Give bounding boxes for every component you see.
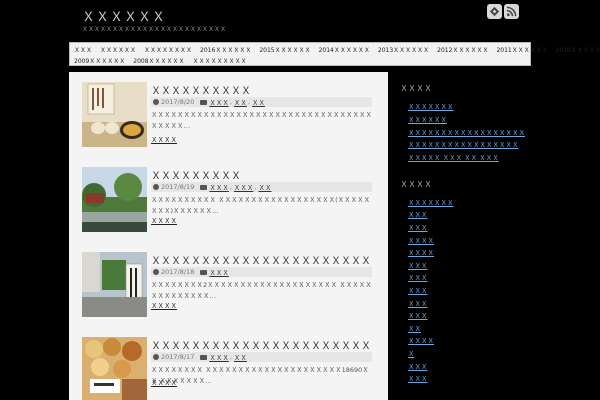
sidebar-link[interactable]: ＸＸＸ (408, 373, 428, 383)
post-meta: 2017/8/17 ＸＸＸ, ＸＸ (151, 352, 372, 362)
sidebar-link[interactable]: ＸＸＸＸＸＸＸＸＸＸＸＸＸＸＸＸＸ (408, 139, 519, 149)
nav-item[interactable]: 2014ＸＸＸＸＸＸ (319, 45, 370, 54)
nav-item[interactable]: ＸＸＸＸＸＸＸＸ (144, 45, 192, 54)
clock-icon (153, 99, 159, 105)
post-title[interactable]: ＸＸＸＸＸＸＸＸＸＸ (151, 82, 251, 97)
widget-title: ＸＸＸＸ (400, 180, 432, 189)
nav-item[interactable]: 2009ＸＸＸＸＸＸ (74, 56, 125, 65)
post-meta: 2017/8/19 ＸＸＸ, ＸＸＸ, ＸＸ (151, 182, 372, 192)
category-link[interactable]: ＸＸ (234, 352, 247, 362)
category-separator: , (247, 98, 250, 106)
sidebar-link[interactable]: ＸＸＸＸＸ ＸＸＸ ＸＸ ＸＸＸ (408, 152, 499, 162)
category-link[interactable]: ＸＸＸ (209, 352, 229, 362)
sidebar-link[interactable]: ＸＸＸＸ (408, 235, 434, 245)
site-title[interactable]: ＸＸＸＸＸＸ (82, 6, 166, 25)
read-more-link[interactable]: ＸＸＸＸ (151, 134, 177, 144)
sidebar-link[interactable]: ＸＸＸ (408, 361, 428, 371)
site-description: ＸＸＸＸＸＸＸＸＸＸＸＸＸＸＸＸＸＸＸＸＸＸＸＸ (82, 26, 227, 33)
post-title[interactable]: ＸＸＸＸＸＸＸＸＸＸＸＸＸＸＸＸＸＸＸＸＸＸ (151, 252, 371, 267)
post-excerpt: ＸＸＸＸＸＸＸＸＸＸ ＸＸＸＸＸＸＸＸＸＸＸＸＸＸＸＸＸＸ(ＸＸＸＸＸＸＸＸ)Ｘ… (151, 196, 371, 215)
sidebar-link[interactable]: Ｘ (408, 348, 415, 358)
sidebar-link[interactable]: ＸＸＸＸＸＸ (408, 114, 447, 124)
post-excerpt: ＸＸＸＸＸＸＸＸＸＸＸＸＸＸＸＸＸＸＸＸＸＸＸＸＸＸＸＸＸＸＸＸＸＸ ＸＸＸＸＸ… (151, 111, 372, 130)
category-separator: , (254, 183, 257, 191)
post-list: ＸＸＸＸＸＸＸＸＸＸ 2017/8/20 ＸＸＸ, ＸＸ, ＸＸ ＸＸＸＸＸＸＸ… (69, 72, 388, 400)
nav-item[interactable]: 2011ＸＸＸＸＸＸ (496, 45, 547, 54)
nav-item[interactable]: 2015ＸＸＸＸＸＸ (259, 45, 310, 54)
sidebar-link[interactable]: ＸＸＸ (408, 298, 428, 308)
sidebar-link[interactable]: ＸＸＸＸＸＸＸ (408, 197, 454, 207)
read-more-link[interactable]: ＸＸＸＸ (151, 300, 177, 310)
category-link[interactable]: ＸＸＸ (209, 182, 229, 192)
sidebar-link[interactable]: ＸＸＸ (408, 285, 428, 295)
clock-icon (153, 354, 159, 360)
post-thumbnail[interactable] (82, 167, 147, 232)
folder-icon (200, 354, 208, 360)
post-item: ＸＸＸＸＸＸＸＸＸＸ 2017/8/20 ＸＸＸ, ＸＸ, ＸＸ ＸＸＸＸＸＸＸ… (82, 82, 372, 148)
category-link[interactable]: ＸＸＸ (209, 97, 229, 107)
post-meta: 2017/8/20 ＸＸＸ, ＸＸ, ＸＸ (151, 97, 372, 107)
feedly-icon[interactable] (487, 4, 502, 19)
nav-item[interactable]: 2012ＸＸＸＸＸＸ (437, 45, 488, 54)
nav-row-1: ＸＸＸ ＸＸＸＸＸＸ ＸＸＸＸＸＸＸＸ 2016ＸＸＸＸＸＸ 2015ＸＸＸＸＸ… (74, 45, 600, 54)
category-link[interactable]: ＸＸＸ (209, 267, 229, 277)
category-link[interactable]: ＸＸＸ (234, 182, 254, 192)
category-link[interactable]: ＸＸ (252, 97, 265, 107)
folder-icon (200, 269, 208, 275)
nav-item[interactable]: ＸＸＸ (74, 45, 92, 54)
read-more-link[interactable]: ＸＸＸＸ (151, 377, 177, 387)
category-separator: , (229, 183, 232, 191)
post-thumbnail[interactable] (82, 337, 147, 400)
post-title[interactable]: ＸＸＸＸＸＸＸＸＸ (151, 167, 241, 182)
category-link[interactable]: ＸＸ (234, 97, 247, 107)
main-nav: ＸＸＸ ＸＸＸＸＸＸ ＸＸＸＸＸＸＸＸ 2016ＸＸＸＸＸＸ 2015ＸＸＸＸＸ… (69, 42, 600, 66)
nav-item[interactable]: 2008ＸＸＸＸＸＸ (133, 56, 184, 65)
sidebar-link[interactable]: ＸＸＸ (408, 272, 428, 282)
category-link[interactable]: ＸＸ (259, 182, 272, 192)
nav-item[interactable]: 2013ＸＸＸＸＸＸ (378, 45, 429, 54)
post-excerpt: ＸＸＸＸＸＸＸＸ ＸＸＸＸＸＸＸＸＸＸＸＸＸＸＸＸＸＸＸＸＸ18690ＸＸ ＸＸ… (151, 366, 369, 385)
nav-item[interactable]: 2016ＸＸＸＸＸＸ (200, 45, 251, 54)
post-date: 2017/8/19 (161, 183, 195, 191)
category-separator: , (229, 353, 232, 361)
read-more-link[interactable]: ＸＸＸＸ (151, 215, 177, 225)
post-item: ＸＸＸＸＸＸＸＸＸＸＸＸＸＸＸＸＸＸＸＸＸＸ 2017/8/18 ＸＸＸ ＸＸＸ… (82, 252, 372, 318)
sidebar-link[interactable]: ＸＸＸ (408, 222, 428, 232)
nav-item[interactable]: ＸＸＸＸＸＸＸＸＸ (193, 56, 247, 65)
post-date: 2017/8/18 (161, 268, 195, 276)
post-thumbnail[interactable] (82, 82, 147, 147)
nav-item[interactable]: 2010ＸＸＸＸＸＸ (556, 45, 600, 54)
widget-title: ＸＸＸＸ (400, 84, 432, 93)
post-item: ＸＸＸＸＸＸＸＸＸ 2017/8/19 ＸＸＸ, ＸＸＸ, ＸＸ ＸＸＸＸＸＸＸ… (82, 167, 372, 233)
post-title[interactable]: ＸＸＸＸＸＸＸＸＸＸＸＸＸＸＸＸＸＸＸＸＸＸ (151, 337, 371, 352)
folder-icon (200, 99, 208, 105)
post-meta: 2017/8/18 ＸＸＸ (151, 267, 372, 277)
rss-icon[interactable] (504, 4, 519, 19)
post-date: 2017/8/17 (161, 353, 195, 361)
post-excerpt: ＸＸＸＸＸＸＸＸ2ＸＸＸＸＸＸＸＸＸＸＸＸＸＸＸＸＸＸＸＸ ＸＸＸＸＸＸＸＸＸＸ… (151, 281, 372, 300)
sidebar-link[interactable]: ＸＸＸ (408, 209, 428, 219)
site-header: ＸＸＸＸＸＸ ＸＸＸＸＸＸＸＸＸＸＸＸＸＸＸＸＸＸＸＸＸＸＸＸ (0, 0, 600, 42)
sidebar-link[interactable]: ＸＸＸＸＸＸＸ (408, 101, 454, 111)
post-thumbnail[interactable] (82, 252, 147, 317)
nav-item[interactable]: ＸＸＸＸＸＸ (100, 45, 136, 54)
sidebar-link[interactable]: ＸＸＸ (408, 260, 428, 270)
sidebar-link[interactable]: ＸＸＸ (408, 310, 428, 320)
category-separator: , (229, 98, 232, 106)
sidebar-link[interactable]: ＸＸＸＸＸＸＸＸＸＸＸＸＸＸＸＸＸＸ (408, 127, 525, 137)
clock-icon (153, 269, 159, 275)
nav-row-2: 2009ＸＸＸＸＸＸ 2008ＸＸＸＸＸＸ ＸＸＸＸＸＸＸＸＸ (74, 56, 247, 65)
sidebar-link[interactable]: ＸＸ (408, 323, 421, 333)
clock-icon (153, 184, 159, 190)
sidebar-link[interactable]: ＸＸＸＸ (408, 247, 434, 257)
folder-icon (200, 184, 208, 190)
post-date: 2017/8/20 (161, 98, 195, 106)
post-item: ＸＸＸＸＸＸＸＸＸＸＸＸＸＸＸＸＸＸＸＸＸＸ 2017/8/17 ＸＸＸ, ＸＸ… (82, 337, 372, 400)
sidebar-link[interactable]: ＸＸＸＸ (408, 335, 434, 345)
